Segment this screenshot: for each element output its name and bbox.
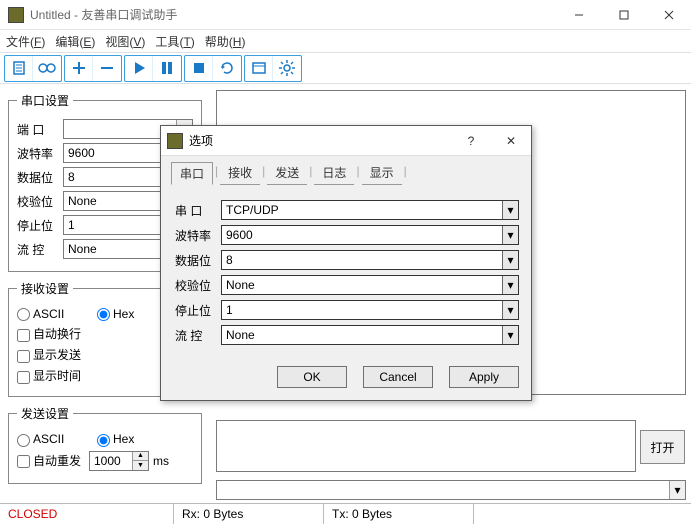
record-icon[interactable] <box>33 56 61 81</box>
parity-label: 校验位 <box>17 193 63 210</box>
status-tx: Tx: 0 Bytes <box>324 504 474 524</box>
play-icon[interactable] <box>125 56 153 81</box>
databits-label: 数据位 <box>17 169 63 186</box>
dlg-port-combo[interactable]: TCP/UDP▾ <box>221 200 519 220</box>
recv-hex-radio[interactable]: Hex <box>97 307 143 321</box>
chevron-down-icon[interactable]: ▾ <box>502 326 518 344</box>
send-settings-legend: 发送设置 <box>17 405 73 422</box>
help-button[interactable]: ? <box>451 126 491 156</box>
maximize-button[interactable] <box>601 0 646 30</box>
dlg-data-combo[interactable]: 8▾ <box>221 250 519 270</box>
autoresend-check[interactable]: 自动重发 <box>17 452 89 469</box>
chevron-down-icon[interactable]: ▾ <box>502 276 518 294</box>
dlg-parity-label: 校验位 <box>175 277 221 294</box>
dlg-port-label: 串 口 <box>175 202 221 219</box>
spin-up-icon[interactable]: ▲ <box>133 452 148 462</box>
dlg-baud-label: 波特率 <box>175 227 221 244</box>
close-button[interactable]: ✕ <box>491 126 531 156</box>
new-file-icon[interactable] <box>5 56 33 81</box>
send-settings-group: 发送设置 ASCII Hex 自动重发 1000▲▼ ms <box>8 405 202 483</box>
recv-settings-legend: 接收设置 <box>17 280 73 297</box>
chevron-down-icon[interactable]: ▾ <box>502 226 518 244</box>
autowrap-check[interactable]: 自动换行 <box>17 325 81 342</box>
dlg-stop-label: 停止位 <box>175 302 221 319</box>
ms-label: ms <box>153 454 169 468</box>
dlg-data-label: 数据位 <box>175 252 221 269</box>
showtime-check[interactable]: 显示时间 <box>17 367 81 384</box>
chevron-down-icon[interactable]: ▾ <box>502 201 518 219</box>
tab-serial[interactable]: 串口 <box>171 162 213 185</box>
send-textarea[interactable] <box>216 420 636 472</box>
recv-ascii-radio[interactable]: ASCII <box>17 307 97 321</box>
ok-button[interactable]: OK <box>277 366 347 388</box>
title-bar: Untitled - 友善串口调试助手 <box>0 0 691 30</box>
dialog-tabs: 串口| 接收| 发送| 日志| 显示| <box>161 156 531 185</box>
dlg-stop-combo[interactable]: 1▾ <box>221 300 519 320</box>
options-dialog: 选项 ? ✕ 串口| 接收| 发送| 日志| 显示| 串 口TCP/UDP▾ 波… <box>160 125 532 401</box>
dialog-title: 选项 <box>189 132 213 149</box>
menu-file[interactable]: 文件(F) <box>6 33 45 50</box>
chevron-down-icon[interactable]: ▾ <box>669 481 685 499</box>
dlg-flow-combo[interactable]: None▾ <box>221 325 519 345</box>
close-button[interactable] <box>646 0 691 30</box>
chevron-down-icon[interactable]: ▾ <box>502 251 518 269</box>
tab-send[interactable]: 发送 <box>267 162 307 185</box>
status-rx: Rx: 0 Bytes <box>174 504 324 524</box>
dialog-title-bar[interactable]: 选项 ? ✕ <box>161 126 531 156</box>
send-ascii-radio[interactable]: ASCII <box>17 432 97 446</box>
spin-down-icon[interactable]: ▼ <box>133 461 148 470</box>
pause-icon[interactable] <box>153 56 181 81</box>
apply-button[interactable]: Apply <box>449 366 519 388</box>
chevron-down-icon[interactable]: ▾ <box>502 301 518 319</box>
menu-edit[interactable]: 编辑(E) <box>55 33 95 50</box>
interval-spinner[interactable]: 1000▲▼ <box>89 451 149 471</box>
dlg-flow-label: 流 控 <box>175 327 221 344</box>
tab-display[interactable]: 显示 <box>362 162 402 185</box>
menu-view[interactable]: 视图(V) <box>105 33 145 50</box>
status-connection: CLOSED <box>0 504 174 524</box>
status-spacer <box>474 504 691 524</box>
dlg-parity-combo[interactable]: None▾ <box>221 275 519 295</box>
baud-label: 波特率 <box>17 145 63 162</box>
status-bar: CLOSED Rx: 0 Bytes Tx: 0 Bytes <box>0 503 691 524</box>
minimize-button[interactable] <box>556 0 601 30</box>
window-title: Untitled - 友善串口调试助手 <box>30 6 177 23</box>
window-icon[interactable] <box>245 56 273 81</box>
plus-icon[interactable] <box>65 56 93 81</box>
refresh-icon[interactable] <box>213 56 241 81</box>
serial-settings-legend: 串口设置 <box>17 92 73 109</box>
open-button[interactable]: 打开 <box>640 430 685 464</box>
menu-help[interactable]: 帮助(H) <box>205 33 246 50</box>
app-icon <box>167 133 183 149</box>
send-hex-radio[interactable]: Hex <box>97 432 143 446</box>
tab-log[interactable]: 日志 <box>314 162 354 185</box>
dlg-baud-combo[interactable]: 9600▾ <box>221 225 519 245</box>
tab-recv[interactable]: 接收 <box>220 162 260 185</box>
minus-icon[interactable] <box>93 56 121 81</box>
port-label: 端 口 <box>17 121 63 138</box>
stopbits-label: 停止位 <box>17 217 63 234</box>
toolbar <box>0 52 691 84</box>
flow-label: 流 控 <box>17 241 63 258</box>
app-icon <box>8 7 24 23</box>
gear-icon[interactable] <box>273 56 301 81</box>
menu-bar: 文件(F) 编辑(E) 视图(V) 工具(T) 帮助(H) <box>0 30 691 52</box>
stop-icon[interactable] <box>185 56 213 81</box>
history-combo[interactable]: ▾ <box>216 480 686 500</box>
cancel-button[interactable]: Cancel <box>363 366 433 388</box>
menu-tools[interactable]: 工具(T) <box>155 33 194 50</box>
showsend-check[interactable]: 显示发送 <box>17 346 81 363</box>
